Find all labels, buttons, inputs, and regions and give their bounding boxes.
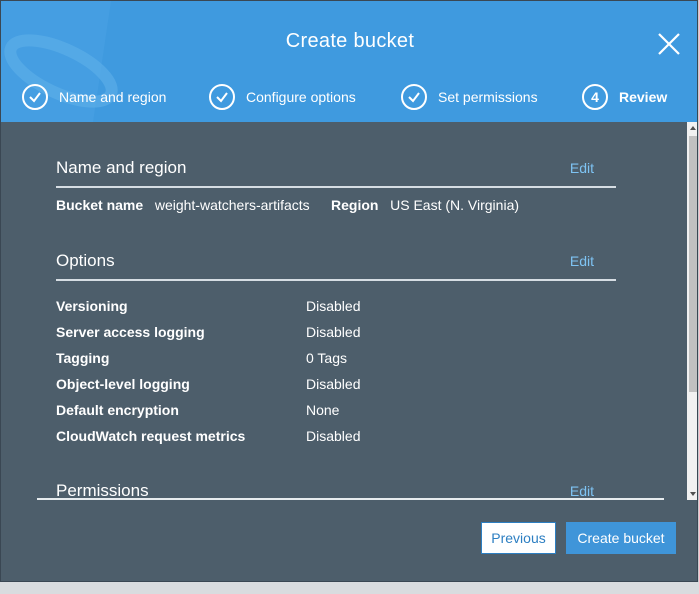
dialog-footer: Previous Create bucket xyxy=(1,500,697,581)
step-label: Set permissions xyxy=(438,89,538,105)
option-row-default-encryption: Default encryption None xyxy=(56,402,616,422)
option-label: Tagging xyxy=(56,350,110,366)
step-set-permissions[interactable]: Set permissions xyxy=(401,79,538,115)
review-content: Name and region Edit Bucket name weight-… xyxy=(1,122,687,500)
section-title: Options xyxy=(56,251,115,270)
option-label: CloudWatch request metrics xyxy=(56,428,246,444)
create-bucket-button[interactable]: Create bucket xyxy=(566,522,676,554)
option-label: Object-level logging xyxy=(56,376,190,392)
option-label: Default encryption xyxy=(56,402,179,418)
check-icon xyxy=(22,84,48,110)
option-label: Versioning xyxy=(56,298,128,314)
option-row-versioning: Versioning Disabled xyxy=(56,298,616,318)
option-label: Server access logging xyxy=(56,324,205,340)
scroll-down-icon[interactable] xyxy=(690,492,696,496)
section-permissions: Permissions Edit xyxy=(37,481,664,500)
step-review[interactable]: 4 Review xyxy=(582,79,667,115)
step-configure-options[interactable]: Configure options xyxy=(209,79,356,115)
bucket-name-label: Bucket name xyxy=(56,197,144,213)
option-value: Disabled xyxy=(306,376,361,392)
wizard-steps: Name and region Configure options Set pe… xyxy=(1,79,697,115)
section-title: Name and region xyxy=(56,158,187,177)
edit-name-region-link[interactable]: Edit xyxy=(570,160,594,176)
section-title: Permissions xyxy=(56,481,149,500)
option-value: 0 Tags xyxy=(306,350,347,366)
option-row-tagging: Tagging 0 Tags xyxy=(56,350,616,370)
step-name-and-region[interactable]: Name and region xyxy=(22,79,166,115)
option-value: Disabled xyxy=(306,324,361,340)
option-value: None xyxy=(306,402,340,418)
check-icon xyxy=(401,84,427,110)
option-row-cloudwatch-request-metrics: CloudWatch request metrics Disabled xyxy=(56,428,616,448)
bucket-name-value: weight-watchers-artifacts xyxy=(154,197,310,213)
step-label: Configure options xyxy=(246,89,356,105)
step-label: Name and region xyxy=(59,89,167,105)
scrollbar-thumb[interactable] xyxy=(689,136,697,392)
option-row-object-level-logging: Object-level logging Disabled xyxy=(56,376,616,396)
section-name-and-region: Name and region Edit xyxy=(56,158,616,188)
edit-options-link[interactable]: Edit xyxy=(570,253,594,269)
option-row-server-access-logging: Server access logging Disabled xyxy=(56,324,616,344)
dialog-title: Create bucket xyxy=(285,30,415,52)
create-bucket-dialog: Create bucket Name and region Configure … xyxy=(0,0,698,582)
edit-permissions-link[interactable]: Edit xyxy=(570,483,594,499)
scroll-up-icon[interactable] xyxy=(690,126,696,130)
previous-button[interactable]: Previous xyxy=(481,522,556,554)
region-pair: Region US East (N. Virginia) xyxy=(331,197,519,213)
page-bottom-strip xyxy=(0,582,699,594)
bucket-name-pair: Bucket name weight-watchers-artifacts xyxy=(56,197,310,213)
region-label: Region xyxy=(331,197,379,213)
option-value: Disabled xyxy=(306,428,361,444)
content-scrollbar[interactable] xyxy=(687,122,697,500)
step-number: 4 xyxy=(582,84,608,110)
step-label: Review xyxy=(619,89,668,105)
option-value: Disabled xyxy=(306,298,361,314)
check-icon xyxy=(209,84,235,110)
region-value: US East (N. Virginia) xyxy=(390,197,520,213)
dialog-header: Create bucket Name and region Configure … xyxy=(1,1,697,122)
section-options: Options Edit xyxy=(56,251,616,281)
close-icon[interactable] xyxy=(657,32,681,56)
